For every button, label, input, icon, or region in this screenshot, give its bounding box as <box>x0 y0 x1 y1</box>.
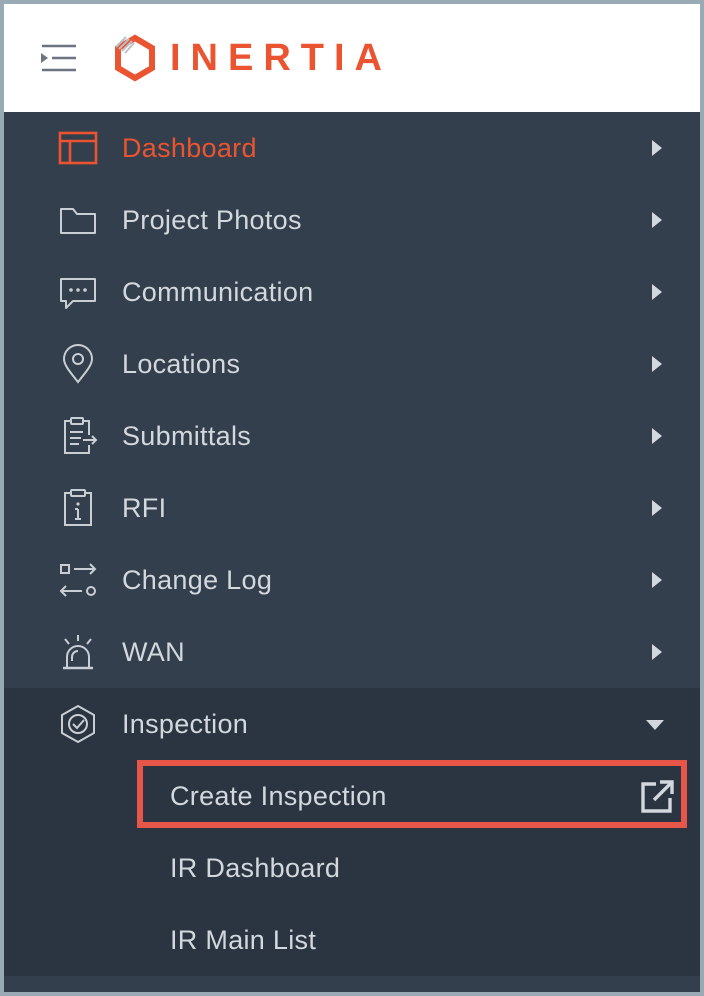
shield-check-icon <box>56 702 100 746</box>
sidebar-item-label: WAN <box>122 636 185 667</box>
chevron-right-icon <box>652 500 662 516</box>
chevron-right-icon <box>652 644 662 660</box>
submenu-item-ir-main-list[interactable]: IR Main List <box>4 904 700 976</box>
dashboard-icon <box>56 126 100 170</box>
sidebar-item-label: Locations <box>122 348 241 379</box>
alarm-light-icon <box>56 630 100 674</box>
sidebar-item-communication[interactable]: Communication <box>4 256 700 328</box>
sidebar-item-rfi[interactable]: RFI <box>4 472 700 544</box>
header: INERTIA <box>4 4 700 112</box>
sidebar-item-inspection[interactable]: Inspection <box>4 688 700 760</box>
sidebar-item-label: Submittals <box>122 420 252 451</box>
chevron-right-icon <box>652 572 662 588</box>
submenu-item-create-inspection[interactable]: Create Inspection <box>4 760 700 832</box>
swap-arrows-icon <box>56 558 100 602</box>
sidebar-item-project-photos[interactable]: Project Photos <box>4 184 700 256</box>
chevron-down-icon <box>646 720 664 730</box>
app-frame: INERTIA Dashboard Project Photos Communi… <box>4 4 700 992</box>
submenu-item-ir-dashboard[interactable]: IR Dashboard <box>4 832 700 904</box>
sidebar-item-change-log[interactable]: Change Log <box>4 544 700 616</box>
submenu-item-label: IR Dashboard <box>170 852 341 883</box>
chevron-right-icon <box>652 356 662 372</box>
chevron-right-icon <box>652 428 662 444</box>
submenu-item-label: IR Main List <box>170 924 317 955</box>
folder-icon <box>56 198 100 242</box>
sidebar-item-submittals[interactable]: Submittals <box>4 400 700 472</box>
sidebar-item-locations[interactable]: Locations <box>4 328 700 400</box>
sidebar-item-wan[interactable]: WAN <box>4 616 700 688</box>
clipboard-arrow-icon <box>56 414 100 458</box>
brand-logo[interactable]: INERTIA <box>110 30 392 86</box>
sidebar-nav: Dashboard Project Photos Communication L… <box>4 112 700 976</box>
sidebar-item-label: Change Log <box>122 564 273 595</box>
location-pin-icon <box>56 342 100 386</box>
inspection-section: Inspection Create Inspection IR Dashboar… <box>4 688 700 976</box>
external-link-icon[interactable] <box>638 778 676 816</box>
sidebar-item-label: RFI <box>122 492 167 523</box>
sidebar-item-dashboard[interactable]: Dashboard <box>4 112 700 184</box>
chevron-right-icon <box>652 140 662 156</box>
chat-icon <box>56 270 100 314</box>
brand-hexagon-icon <box>115 34 155 82</box>
chevron-right-icon <box>652 284 662 300</box>
sidebar-item-label: Inspection <box>122 708 249 739</box>
menu-collapse-icon[interactable] <box>38 42 78 74</box>
sidebar-item-label: Dashboard <box>122 132 257 163</box>
submenu-item-label: Create Inspection <box>170 780 387 811</box>
brand-name: INERTIA <box>170 37 392 79</box>
clipboard-info-icon <box>56 486 100 530</box>
chevron-right-icon <box>652 212 662 228</box>
sidebar-item-label: Communication <box>122 276 314 307</box>
sidebar-item-label: Project Photos <box>122 204 302 235</box>
